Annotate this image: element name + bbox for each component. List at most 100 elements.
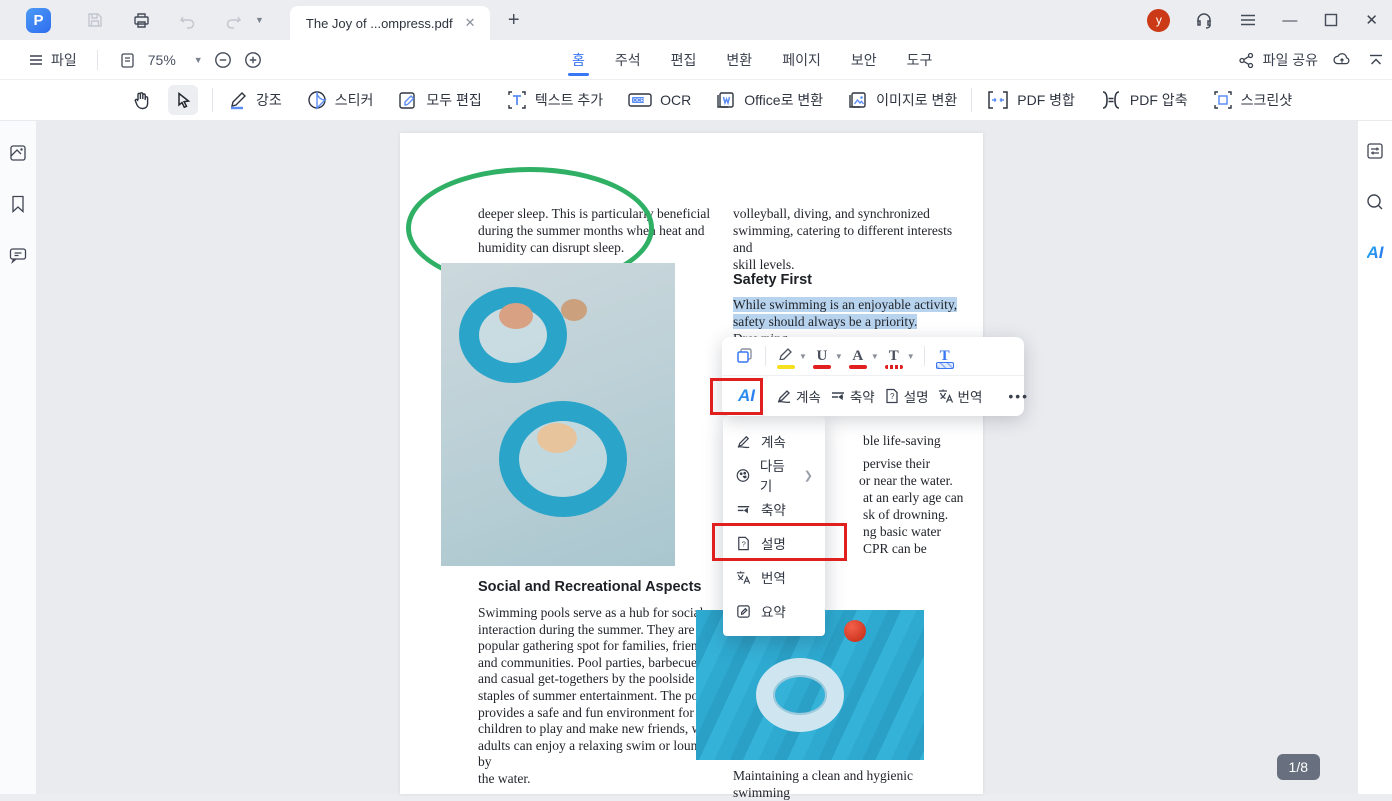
tab-edit[interactable]: 편집 [671, 40, 697, 80]
menu-item-polish[interactable]: 다듬기 ❯ [723, 458, 825, 494]
properties-panel-icon[interactable] [1365, 141, 1385, 166]
chevron-down-icon[interactable]: ▼ [871, 352, 879, 361]
document-tab[interactable]: The Joy of ...ompress.pdf ✕ [289, 6, 490, 40]
undo-icon[interactable] [177, 10, 197, 30]
underline-icon[interactable]: U [809, 343, 835, 369]
menu-item-summarize[interactable]: 요약 [723, 594, 825, 628]
screenshot-button[interactable]: 스크린샷 [1212, 89, 1293, 111]
chevron-down-icon[interactable]: ▼ [835, 352, 843, 361]
comment-panel-icon[interactable] [8, 245, 28, 270]
ai-abbreviate-icon[interactable] [829, 383, 847, 409]
ai-explain-label[interactable]: 설명 [904, 386, 929, 406]
zoom-level-value[interactable]: 75% [148, 52, 176, 68]
minimize-icon[interactable]: — [1282, 12, 1297, 29]
file-share-button[interactable]: 파일 공유 [1238, 50, 1318, 70]
chevron-down-icon[interactable]: ▼ [799, 352, 807, 361]
highlighter-icon [231, 92, 246, 110]
text-selection: safety should always be a priority. [733, 314, 918, 329]
area-highlight-icon[interactable]: T [932, 343, 958, 369]
strikethrough-icon[interactable]: A [845, 343, 871, 369]
convert-to-image-button[interactable]: 이미지로 변환 [847, 89, 957, 111]
submenu-chevron-icon: ❯ [803, 469, 813, 482]
user-avatar[interactable]: y [1147, 8, 1171, 32]
thumbnail-panel-icon[interactable] [8, 143, 28, 168]
ai-assistant-icon[interactable]: AI [1367, 243, 1384, 263]
ai-continue-label[interactable]: 계속 [796, 386, 821, 406]
tab-home[interactable]: 홈 [568, 40, 589, 80]
pdf-editor-window: P ▼ The Joy of ...ompress.pdf ✕ + y — ✕ … [0, 0, 1392, 800]
menu-item-continue[interactable]: 계속 [723, 424, 825, 458]
app-logo-icon[interactable]: P [26, 7, 51, 33]
select-tool-button[interactable] [168, 85, 198, 115]
redo-icon[interactable] [223, 10, 243, 30]
text-selection: While swimming is an enjoyable activity, [733, 297, 958, 312]
chevron-down-icon[interactable]: ▼ [907, 352, 915, 361]
menu-item-abbreviate[interactable]: 축약 [723, 492, 825, 526]
pdf-compress-button[interactable]: PDF 압축 [1099, 89, 1188, 111]
polish-icon [736, 468, 750, 482]
new-tab-icon[interactable]: + [508, 9, 520, 32]
pdf-compress-icon [1102, 91, 1120, 109]
squiggly-underline-icon[interactable]: T [881, 343, 907, 369]
tab-tools[interactable]: 도구 [907, 40, 933, 80]
add-text-button[interactable]: 텍스트 추가 [506, 89, 603, 111]
hand-tool-button[interactable] [126, 85, 156, 115]
pdf-merge-button[interactable]: PDF 병합 [986, 89, 1075, 111]
person [537, 423, 577, 453]
cloud-upload-icon[interactable] [1332, 50, 1352, 70]
svg-text:OCR: OCR [633, 98, 645, 104]
maximize-icon[interactable] [1321, 10, 1341, 30]
title-bar: P ▼ The Joy of ...ompress.pdf ✕ + y — ✕ [0, 0, 1392, 40]
zoom-dropdown-icon[interactable]: ▼ [194, 55, 203, 65]
pdf-merge-label: PDF 병합 [1017, 92, 1075, 108]
edit-all-button[interactable]: 모두 편집 [397, 89, 482, 111]
edit-all-label: 모두 편집 [426, 92, 482, 108]
zoom-out-icon[interactable] [213, 50, 233, 70]
screenshot-label: 스크린샷 [1240, 92, 1293, 108]
bookmark-panel-icon[interactable] [9, 194, 27, 219]
tab-comment[interactable]: 주석 [615, 40, 641, 80]
highlight-text-icon[interactable] [773, 343, 799, 369]
support-headset-icon[interactable] [1194, 10, 1214, 30]
main-menu-icon[interactable] [1238, 10, 1258, 30]
collapse-ribbon-icon[interactable] [1366, 50, 1386, 70]
history-dropdown-icon[interactable]: ▼ [255, 15, 264, 25]
print-icon[interactable] [131, 10, 151, 30]
search-icon[interactable] [1365, 192, 1385, 217]
tab-convert[interactable]: 변환 [726, 40, 752, 80]
ai-abbreviate-label[interactable]: 축약 [850, 386, 875, 406]
pool-photo[interactable] [441, 263, 675, 566]
ocr-button[interactable]: OCR OCR [627, 89, 691, 111]
close-window-icon[interactable]: ✕ [1365, 11, 1378, 29]
sticker-button[interactable]: 스티커 [306, 89, 373, 111]
tab-security[interactable]: 보안 [851, 40, 877, 80]
more-options-icon[interactable]: ••• [1008, 388, 1029, 404]
menu-item-translate[interactable]: 번역 [723, 560, 825, 594]
ai-translate-icon[interactable] [937, 383, 955, 409]
zoom-in-icon[interactable] [243, 50, 263, 70]
share-icon [1238, 52, 1253, 68]
person [561, 299, 587, 321]
tab-page[interactable]: 페이지 [782, 40, 821, 80]
pdf-page[interactable]: deeper sleep. This is particularly benef… [400, 133, 983, 800]
ai-continue-icon[interactable] [775, 383, 793, 409]
document-tab-title: The Joy of ...ompress.pdf [305, 15, 453, 31]
copy-icon[interactable] [732, 343, 758, 369]
close-tab-icon[interactable]: ✕ [465, 15, 476, 31]
add-text-label: 텍스트 추가 [534, 92, 604, 108]
red-highlight-box-ai-button [710, 378, 763, 415]
convert-to-office-label: Office로 변환 [744, 92, 824, 108]
document-area: deeper sleep. This is particularly benef… [36, 121, 1358, 800]
highlight-label: 강조 [256, 92, 282, 108]
image-convert-icon [849, 92, 866, 108]
page-view-icon[interactable] [118, 50, 138, 70]
ribbon-tabs: 홈 주석 편집 변환 페이지 보안 도구 [568, 40, 933, 80]
page-indicator: 1/8 [1276, 754, 1320, 780]
highlight-button[interactable]: 강조 [227, 89, 282, 111]
convert-to-office-button[interactable]: Office로 변환 [715, 89, 823, 111]
save-icon[interactable] [85, 10, 105, 30]
ai-explain-icon[interactable]: ? [883, 383, 901, 409]
ai-translate-label[interactable]: 번역 [958, 386, 983, 406]
file-menu-button[interactable]: 파일 [28, 50, 77, 70]
paragraph: Maintaining a clean and hygienic swimmin… [733, 768, 913, 800]
